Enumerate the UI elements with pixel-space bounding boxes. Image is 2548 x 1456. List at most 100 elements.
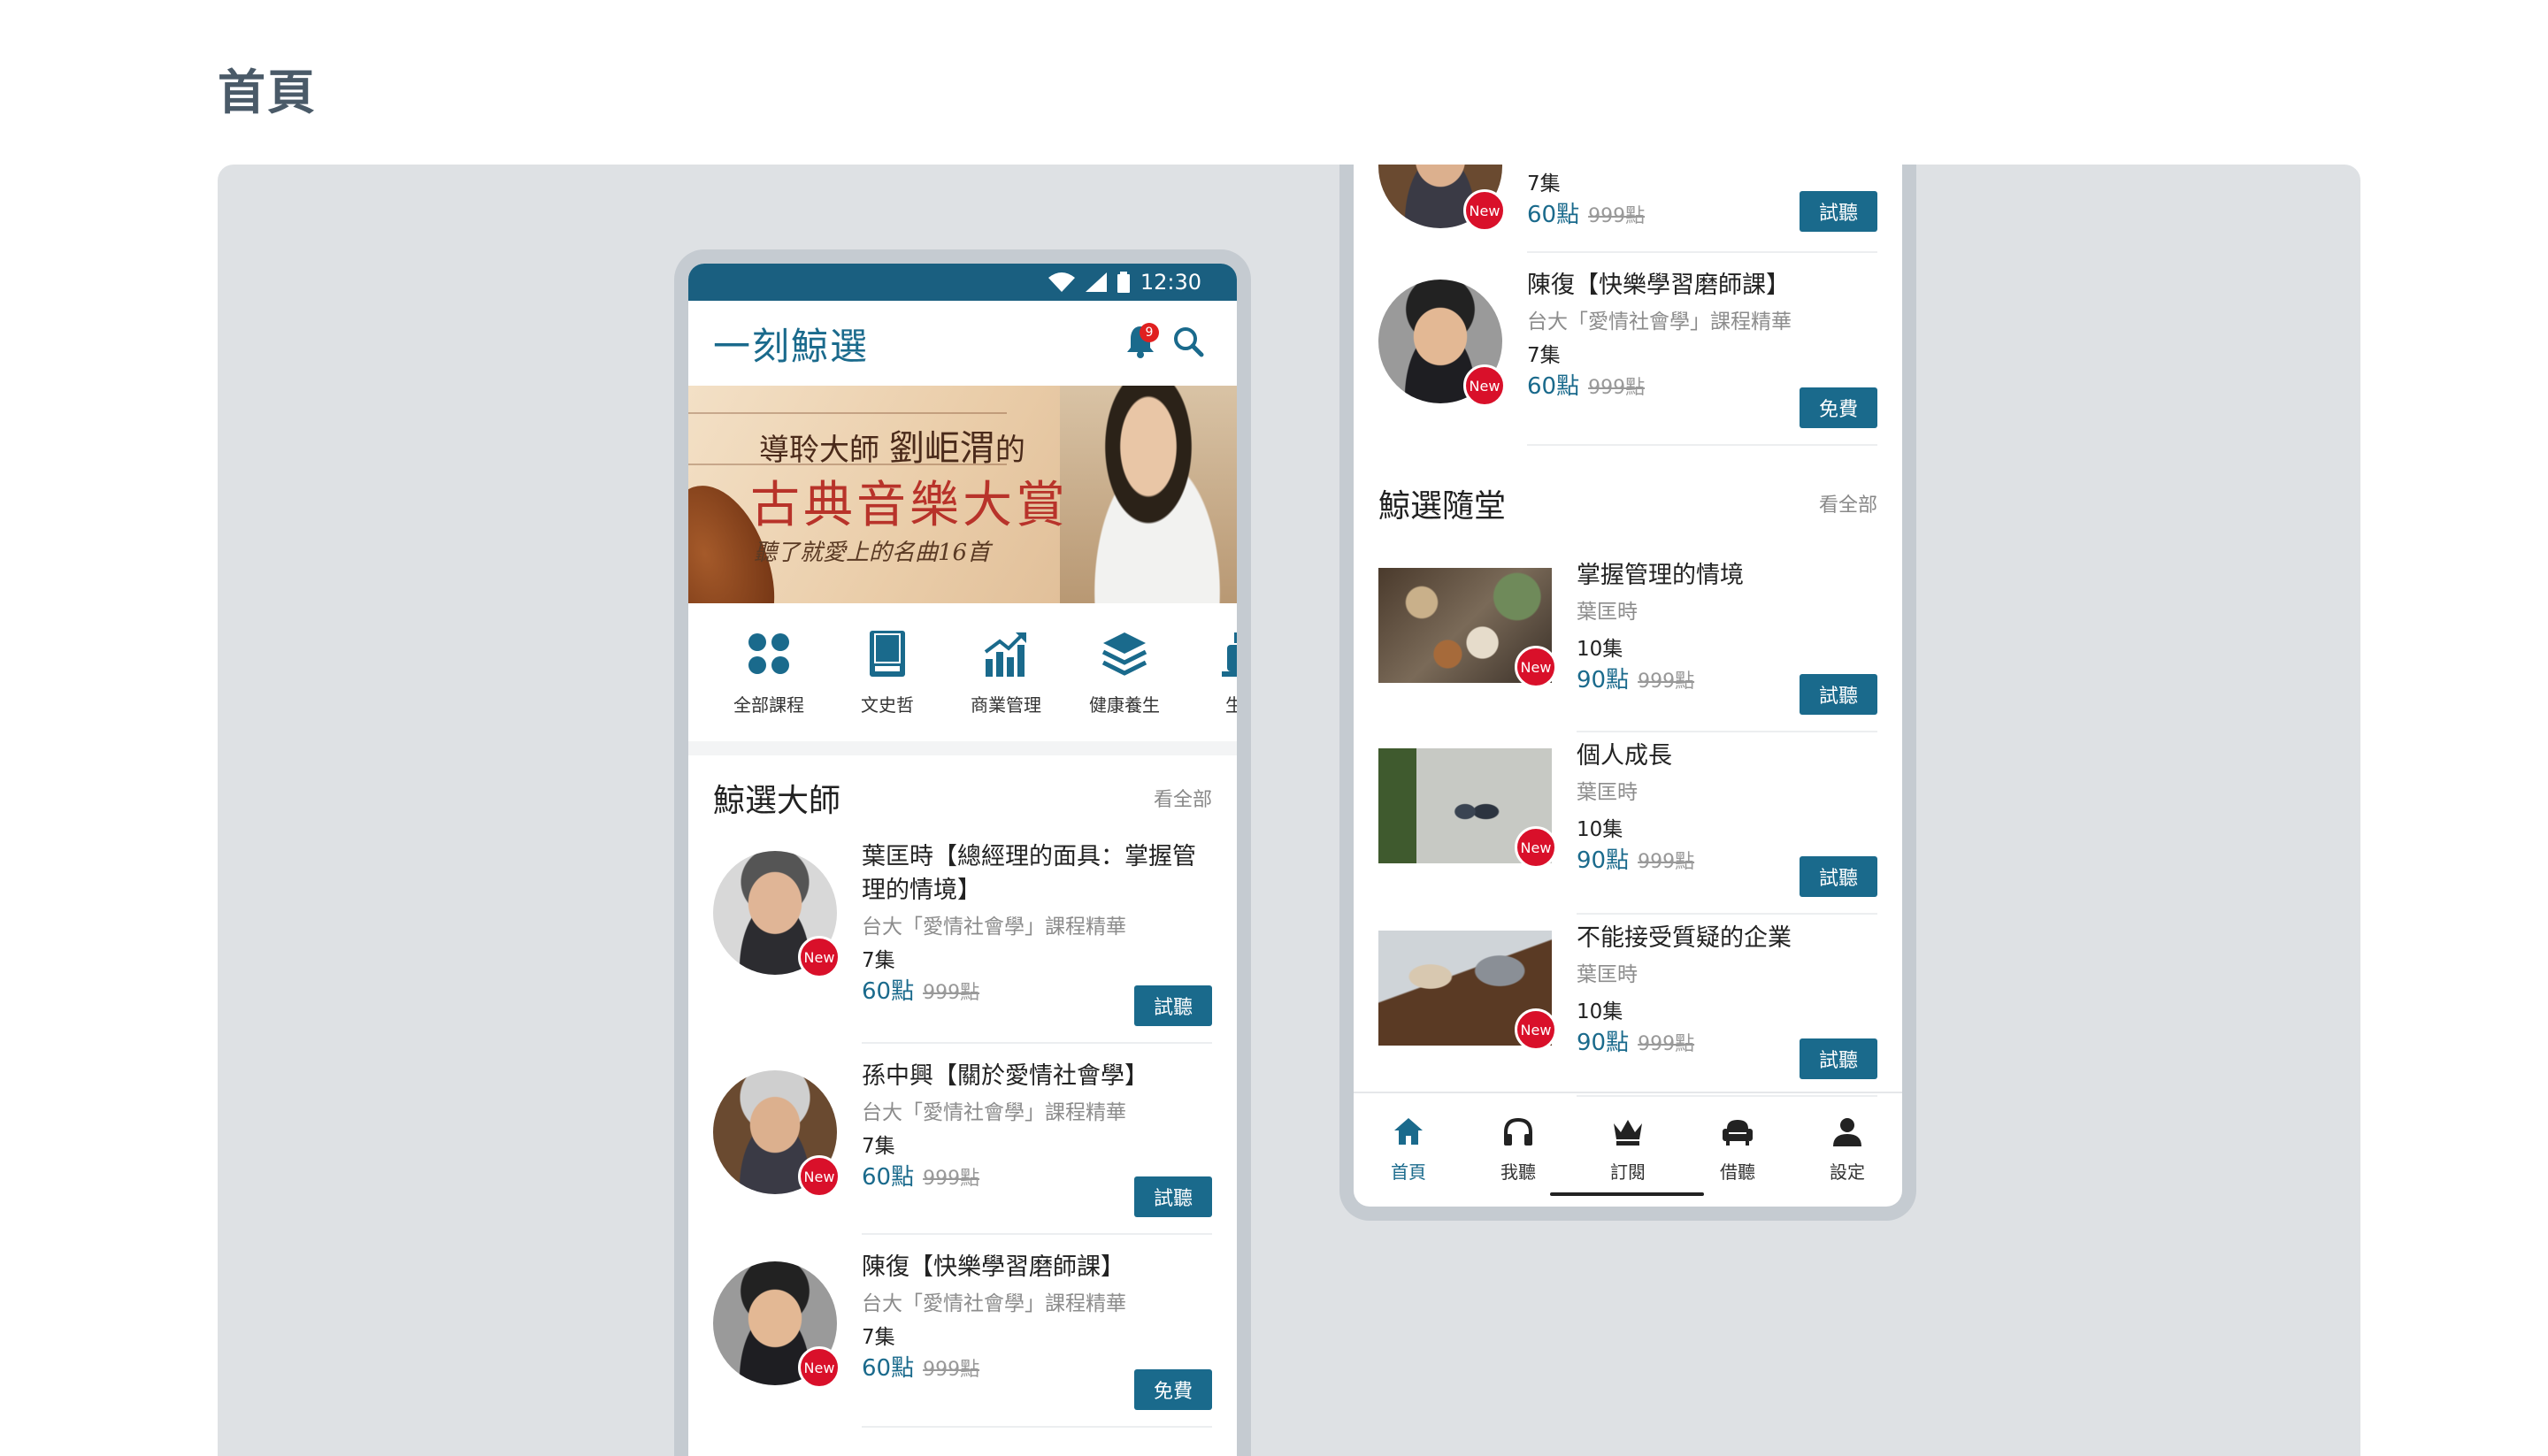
app-bar: 一刻鯨選 9: [688, 301, 1237, 386]
category-label: 文史哲: [861, 694, 914, 716]
book-icon: [870, 629, 905, 678]
course-info: 個人成長 葉匡時 10集 90點 999點 試聽: [1577, 732, 1877, 915]
new-badge: New: [798, 1346, 840, 1389]
notifications-button[interactable]: 9: [1117, 319, 1164, 367]
course-author: 葉匡時: [1577, 781, 1638, 804]
new-badge: New: [1463, 364, 1506, 407]
course-avatar: New: [1378, 165, 1506, 232]
see-all-link[interactable]: 看全部: [1154, 784, 1212, 812]
course-thumbnail: New: [1378, 748, 1557, 869]
course-info: 不能接受質疑的企業 葉匡時 10集 90點 999點 試聽: [1577, 915, 1877, 1097]
course-info: 掌握管理的情境 葉匡時 10集 90點 999點 試聽: [1577, 552, 1877, 732]
home-icon: [1393, 1116, 1424, 1151]
course-avatar: New: [713, 851, 840, 978]
chart-icon: [984, 629, 1028, 678]
free-button[interactable]: 免費: [1799, 387, 1877, 428]
nav-label: 我聽: [1500, 1161, 1536, 1183]
category-health[interactable]: 健康養生: [1065, 629, 1184, 717]
course-episodes: 10集: [1577, 818, 1623, 841]
category-label: 生活: [1225, 694, 1237, 716]
course-info: 葉匡時【總經理的面具：掌握管 理的情境】 台大「愛情社會學」課程精華 7集 60點…: [862, 840, 1212, 1044]
trial-button[interactable]: 試聽: [1799, 191, 1877, 232]
course-item[interactable]: New 7集 60點 999點 試聽: [1354, 165, 1902, 253]
category-row: 全部課程 文史哲 商業管理 健康養生 生: [688, 603, 1237, 741]
headphones-icon: [1502, 1116, 1534, 1151]
layers-icon: [1101, 629, 1147, 678]
promo-banner[interactable]: 導聆大師 劉岠渭的 古典音樂大賞 聽了就愛上的名曲16首: [688, 386, 1237, 603]
banner-title: 古典音樂大賞: [750, 477, 1069, 534]
status-bar: 12:30: [688, 264, 1237, 301]
course-subtitle: 台大「愛情社會學」課程精華: [1527, 310, 1792, 333]
course-item[interactable]: New 葉匡時【總經理的面具：掌握管 理的情境】 台大「愛情社會學」課程精華 7集…: [688, 840, 1237, 1044]
course-item[interactable]: New 掌握管理的情境 葉匡時 10集 90點 999點 試聽: [1354, 552, 1902, 732]
course-title: 陳復【快樂學習磨師課】: [1527, 272, 1790, 299]
banner-subtitle: 聽了就愛上的名曲16首: [754, 540, 991, 566]
free-button[interactable]: 免費: [1133, 1369, 1212, 1410]
original-price: 999點: [1638, 671, 1695, 693]
page-heading: 首頁: [218, 65, 317, 120]
trial-button[interactable]: 試聽: [1133, 1176, 1212, 1217]
category-label: 健康養生: [1089, 694, 1160, 716]
course-subtitle: 台大「愛情社會學」課程精華: [862, 1292, 1126, 1315]
classes-section-header: 鯨選隨堂 看全部: [1354, 455, 1902, 552]
nav-home[interactable]: 首頁: [1354, 1093, 1463, 1207]
course-item[interactable]: New 個人成長 葉匡時 10集 90點 999點 試聽: [1354, 732, 1902, 915]
trial-button[interactable]: 試聽: [1799, 1038, 1877, 1079]
course-item[interactable]: New 孫中興【關於愛情社會學】 台大「愛情社會學」課程精華 7集 60點 999…: [688, 1060, 1237, 1235]
phone-scrolled-mockup: New 7集 60點 999點 試聽 New 陳復【快樂學習磨師課】 台大「愛情社…: [1339, 165, 1916, 1221]
course-episodes: 10集: [1577, 638, 1623, 661]
category-humanities[interactable]: 文史哲: [828, 629, 947, 717]
masters-section-header: 鯨選大師 看全部: [688, 755, 1237, 840]
course-subtitle: 台大「愛情社會學」課程精華: [862, 916, 1126, 939]
nav-borrow[interactable]: 借聽: [1683, 1093, 1792, 1207]
course-episodes: 7集: [862, 949, 895, 972]
phone-home-mockup: 12:30 一刻鯨選 9 導聆大師 劉岠渭的 古典音樂大賞 聽了就愛上的名曲16…: [674, 249, 1251, 1456]
cup-icon: [1222, 629, 1237, 678]
new-badge: New: [1463, 189, 1506, 232]
category-life[interactable]: 生活: [1184, 629, 1237, 717]
nav-subscribe[interactable]: 訂閱: [1573, 1093, 1683, 1207]
phone-screen: New 7集 60點 999點 試聽 New 陳復【快樂學習磨師課】 台大「愛情社…: [1354, 165, 1902, 1207]
course-author: 葉匡時: [1577, 963, 1638, 986]
nav-settings[interactable]: 設定: [1792, 1093, 1902, 1207]
course-episodes: 7集: [1527, 344, 1561, 367]
nav-label: 借聽: [1720, 1161, 1755, 1183]
notification-badge: 9: [1140, 323, 1159, 342]
new-badge: New: [1515, 646, 1557, 688]
section-title: 鯨選隨堂: [1378, 488, 1507, 525]
new-badge: New: [1515, 1008, 1557, 1051]
wifi-icon: [1048, 272, 1075, 292]
original-price: 999點: [1588, 377, 1646, 399]
course-info: 孫中興【關於愛情社會學】 台大「愛情社會學」課程精華 7集 60點 999點 試聽: [862, 1060, 1212, 1235]
new-badge: New: [798, 1155, 840, 1198]
category-all[interactable]: 全部課程: [710, 629, 828, 717]
original-price: 999點: [923, 982, 980, 1004]
grid-icon: [748, 629, 790, 678]
trial-button[interactable]: 試聽: [1799, 856, 1877, 897]
course-info: 7集 60點 999點 試聽: [1527, 165, 1877, 253]
original-price: 999點: [1588, 205, 1646, 227]
search-button[interactable]: [1164, 319, 1212, 367]
battery-icon: [1117, 272, 1130, 293]
see-all-link[interactable]: 看全部: [1819, 489, 1877, 517]
course-thumbnail: New: [1378, 568, 1557, 688]
course-item[interactable]: New 陳復【快樂學習磨師課】 台大「愛情社會學」課程精華 7集 60點 999點…: [1354, 269, 1902, 446]
nav-listening[interactable]: 我聽: [1463, 1093, 1573, 1207]
section-title: 鯨選大師: [713, 783, 841, 819]
host-photo: [1060, 386, 1237, 603]
trial-button[interactable]: 試聽: [1133, 985, 1212, 1026]
course-title: 不能接受質疑的企業: [1577, 924, 1792, 952]
category-business[interactable]: 商業管理: [947, 629, 1065, 717]
new-badge: New: [798, 936, 840, 978]
signal-icon: [1085, 272, 1107, 292]
banner-line1: 導聆大師 劉岠渭的: [759, 428, 1025, 469]
crown-icon: [1612, 1116, 1644, 1151]
trial-button[interactable]: 試聽: [1799, 674, 1877, 715]
original-price: 999點: [923, 1359, 980, 1381]
course-item[interactable]: New 不能接受質疑的企業 葉匡時 10集 90點 999點 試聽: [1354, 915, 1902, 1097]
course-subtitle: 台大「愛情社會學」課程精華: [862, 1101, 1126, 1124]
home-indicator: [1550, 1192, 1704, 1196]
course-title: 陳復【快樂學習磨師課】: [862, 1253, 1124, 1281]
course-title: 孫中興【關於愛情社會學】: [862, 1062, 1148, 1090]
course-item[interactable]: New 陳復【快樂學習磨師課】 台大「愛情社會學」課程精華 7集 60點 999點…: [688, 1251, 1237, 1428]
